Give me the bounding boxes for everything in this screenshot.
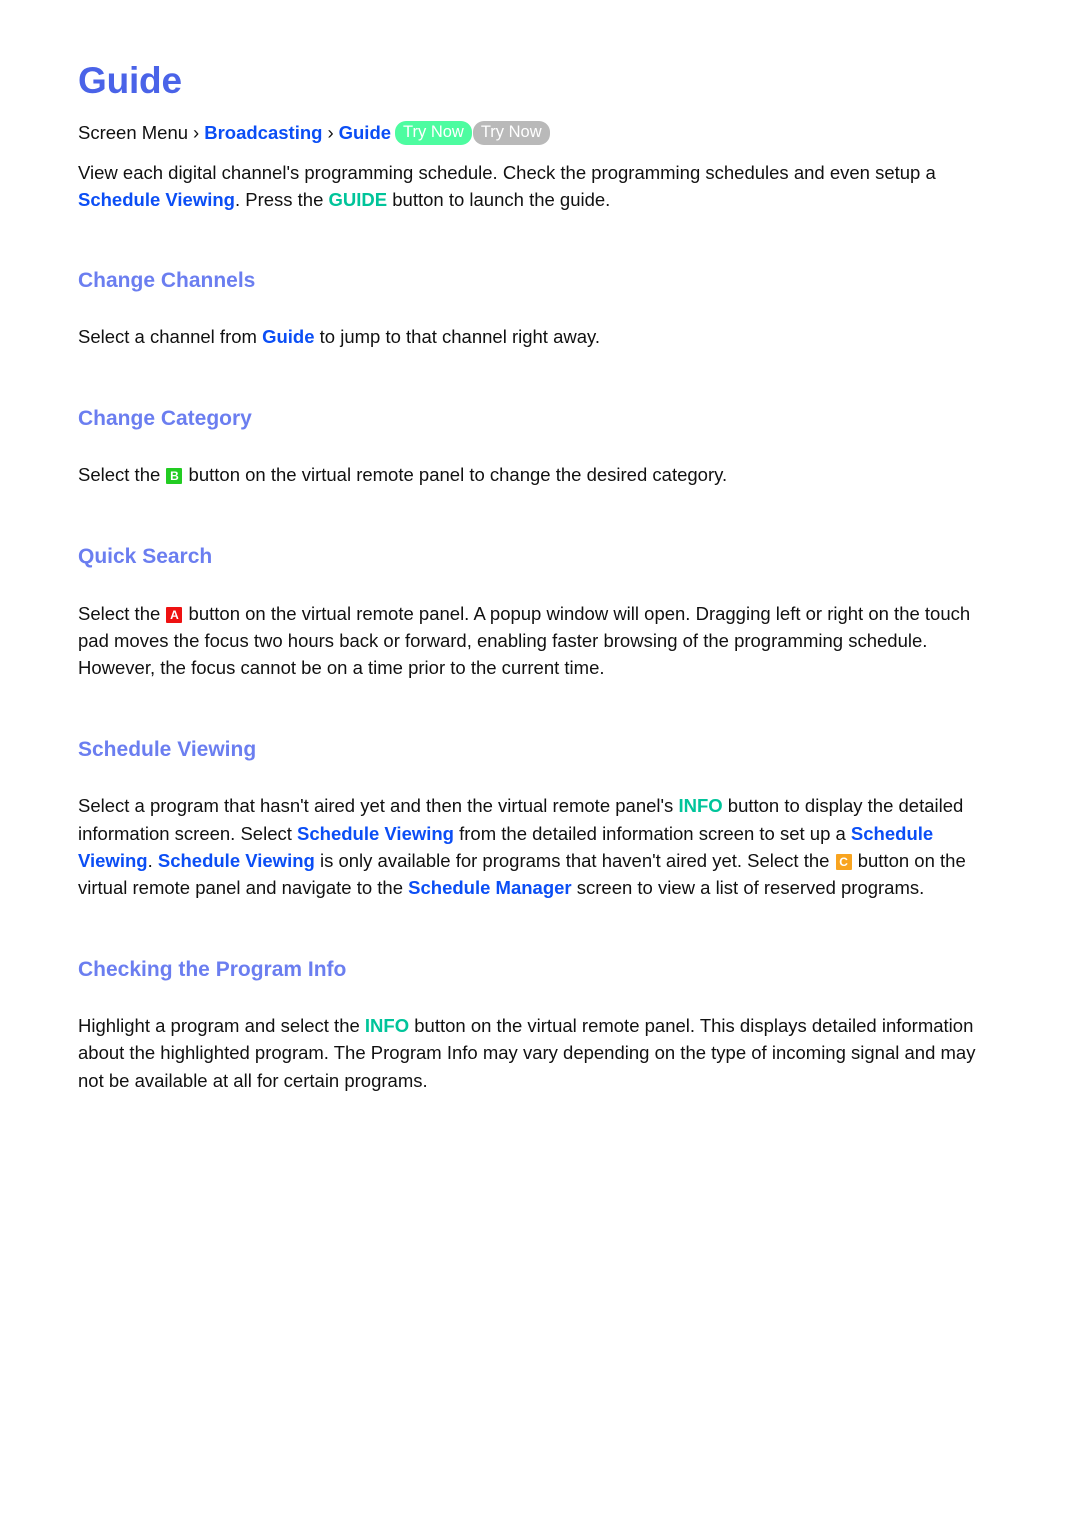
body-text-3: from the detailed information screen to … xyxy=(453,822,851,844)
section-quick-search: Quick Search Select the A button on the … xyxy=(78,544,995,681)
section-heading-schedule-viewing: Schedule Viewing xyxy=(78,738,257,762)
remote-button-a-icon: A xyxy=(166,606,183,623)
intro-text-1: View each digital channel's programming … xyxy=(78,162,936,184)
section-body-schedule-viewing: Select a program that hasn't aired yet a… xyxy=(78,792,995,901)
intro-text-3: button to launch the guide. xyxy=(387,189,611,211)
keyword-info-1: INFO xyxy=(678,795,723,817)
body-text-1: Select a program that hasn't aired yet a… xyxy=(78,795,679,817)
try-now-badge-primary[interactable]: Try Now xyxy=(395,120,472,145)
breadcrumb-separator-1: › xyxy=(193,121,200,143)
breadcrumb: Screen Menu › Broadcasting › Guide Try Now Try… xyxy=(78,119,995,147)
intro-text-2: . Press the xyxy=(234,189,329,211)
body-text-7: screen to view a list of reserved progra… xyxy=(571,876,925,898)
section-body-quick-search: Select the A button on the virtual remot… xyxy=(78,600,995,682)
manual-page: Guide Screen Menu › Broadcasting › Guide Try … xyxy=(0,0,1080,1527)
keyword-guide: GUIDE xyxy=(328,189,388,211)
section-heading-change-category: Change Category xyxy=(78,407,252,431)
link-schedule-viewing-1[interactable]: Schedule Viewing xyxy=(297,823,454,844)
section-heading-checking-program-info: Checking the Program Info xyxy=(78,958,347,982)
body-text-2: button on the virtual remote panel to ch… xyxy=(183,464,728,486)
body-text-2: to jump to that channel right away. xyxy=(314,325,601,347)
link-schedule-manager[interactable]: Schedule Manager xyxy=(408,877,571,898)
section-body-change-category: Select the B button on the virtual remot… xyxy=(78,461,995,488)
body-text-4: . xyxy=(147,849,158,871)
section-body-change-channels: Select a channel from Guide to jump to t… xyxy=(78,323,995,350)
body-text-1: Select a channel from xyxy=(78,325,263,347)
body-text-1: Highlight a program and select the xyxy=(78,1015,365,1037)
breadcrumb-item-guide[interactable]: Guide xyxy=(339,122,391,143)
body-text-1: Select the xyxy=(78,464,166,486)
link-schedule-viewing[interactable]: Schedule Viewing xyxy=(78,189,235,210)
try-now-badge-secondary[interactable]: Try Now xyxy=(472,120,550,145)
breadcrumb-item-broadcasting[interactable]: Broadcasting xyxy=(204,122,322,143)
breadcrumb-root: Screen Menu xyxy=(78,121,189,143)
link-schedule-viewing-3[interactable]: Schedule Viewing xyxy=(158,850,315,871)
keyword-info-2: INFO xyxy=(364,1015,410,1037)
intro-paragraph: View each digital channel's programming … xyxy=(78,159,995,213)
section-checking-program-info: Checking the Program Info Highlight a pr… xyxy=(78,957,995,1094)
body-text-1: Select the xyxy=(78,602,166,624)
section-body-checking-program-info: Highlight a program and select the INFO … xyxy=(78,1012,995,1094)
body-text-2: button on the virtual remote panel. A po… xyxy=(78,602,971,678)
remote-button-b-icon: B xyxy=(166,468,183,485)
link-guide[interactable]: Guide xyxy=(262,326,314,347)
section-heading-change-channels: Change Channels xyxy=(78,268,256,292)
section-heading-quick-search: Quick Search xyxy=(78,545,213,569)
section-schedule-viewing: Schedule Viewing Select a program that h… xyxy=(78,737,995,901)
breadcrumb-separator-2: › xyxy=(327,121,334,143)
page-title: Guide xyxy=(78,60,182,101)
section-change-channels: Change Channels Select a channel from Gu… xyxy=(78,268,995,350)
section-change-category: Change Category Select the B button on t… xyxy=(78,406,995,488)
remote-button-c-icon: C xyxy=(835,853,852,870)
body-text-5: is only available for programs that have… xyxy=(314,849,835,871)
